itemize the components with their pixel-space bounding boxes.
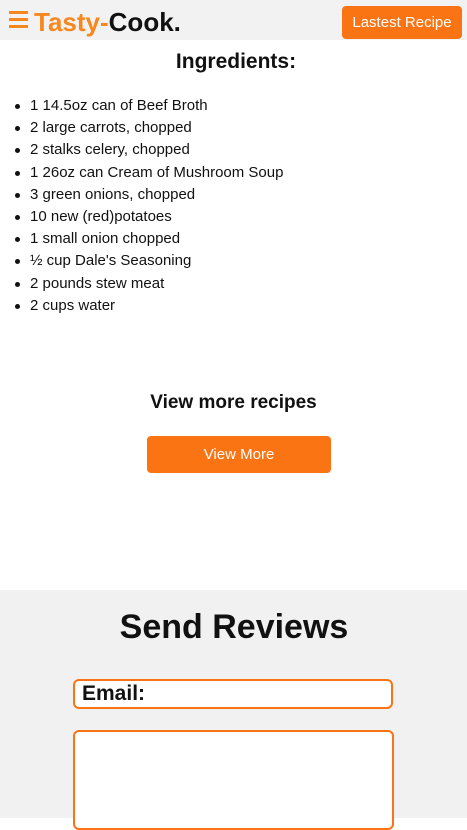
logo-text-cook: Cook.	[108, 7, 181, 37]
ingredient-item: 2 stalks celery, chopped	[14, 139, 283, 161]
send-reviews-section: Send Reviews	[0, 590, 467, 830]
ingredient-item: 2 cups water	[14, 295, 283, 317]
top-header: Tasty-Cook. Lastest Recipe	[0, 0, 467, 40]
ingredient-item: ½ cup Dale's Seasoning	[14, 250, 283, 272]
ingredient-item: 1 small onion chopped	[14, 228, 283, 250]
ingredient-item: 10 new (red)potatoes	[14, 206, 283, 228]
ingredients-list: 1 14.5oz can of Beef Broth 2 large carro…	[14, 95, 283, 317]
hamburger-menu-icon[interactable]	[9, 11, 28, 29]
send-reviews-heading: Send Reviews	[119, 608, 349, 646]
ingredient-item: 1 26oz can Cream of Mushroom Soup	[14, 162, 283, 184]
ingredient-item: 3 green onions, chopped	[14, 184, 283, 206]
site-logo[interactable]: Tasty-Cook.	[34, 7, 181, 37]
ingredient-item: 2 large carrots, chopped	[14, 117, 283, 139]
view-more-button[interactable]: View More	[147, 436, 331, 473]
ingredients-heading: Ingredients:	[175, 50, 297, 73]
ingredient-item: 2 pounds stew meat	[14, 273, 283, 295]
view-more-heading: View more recipes	[150, 392, 317, 413]
review-textarea[interactable]	[73, 730, 394, 830]
latest-recipe-button[interactable]: Lastest Recipe	[342, 6, 462, 39]
logo-text-tasty: Tasty-	[34, 7, 109, 37]
email-field[interactable]	[73, 679, 393, 709]
ingredient-item: 1 14.5oz can of Beef Broth	[14, 95, 283, 117]
